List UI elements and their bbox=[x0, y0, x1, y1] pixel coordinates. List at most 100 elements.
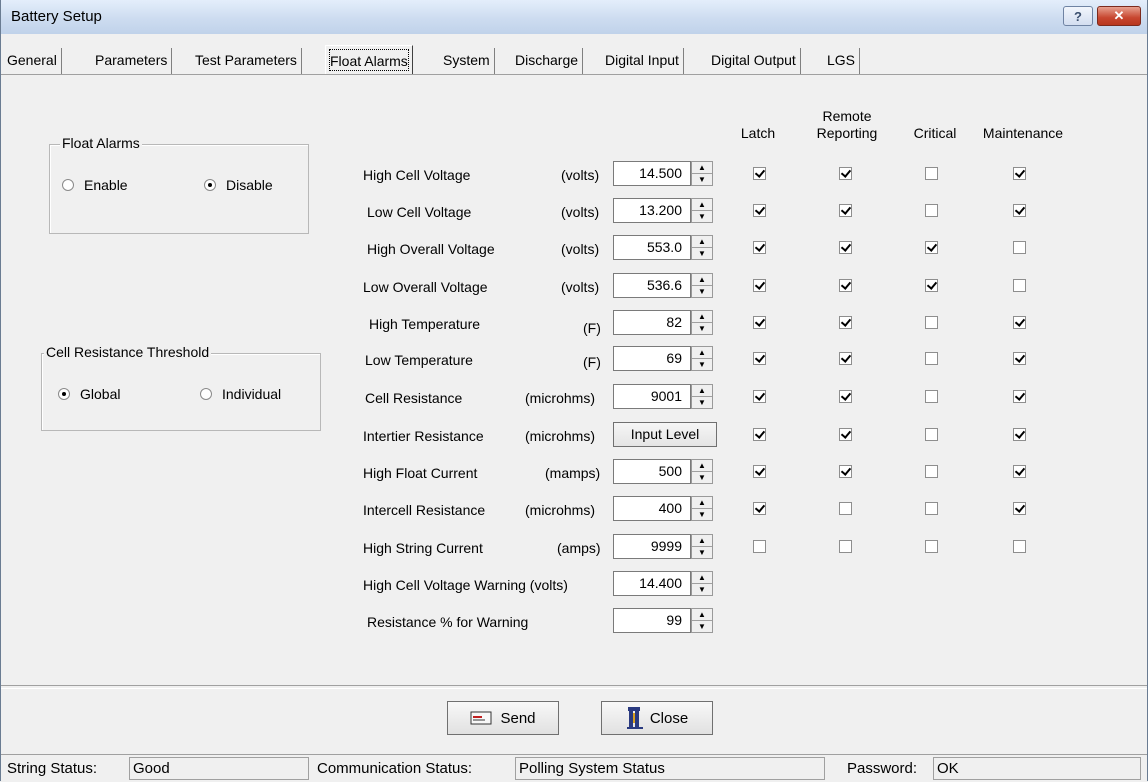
critical-checkbox[interactable] bbox=[925, 540, 938, 553]
latch-checkbox[interactable] bbox=[753, 316, 766, 329]
spin-down-icon[interactable]: ▼ bbox=[692, 397, 712, 408]
critical-checkbox[interactable] bbox=[925, 279, 938, 292]
individual-radio-circle[interactable] bbox=[200, 388, 212, 400]
help-button[interactable]: ? bbox=[1063, 6, 1093, 26]
remote-reporting-checkbox[interactable] bbox=[839, 279, 852, 292]
tab-float-alarms[interactable]: Float Alarms bbox=[325, 45, 413, 75]
latch-checkbox[interactable] bbox=[753, 279, 766, 292]
maintenance-checkbox[interactable] bbox=[1013, 390, 1026, 403]
input-level-button[interactable]: Input Level bbox=[613, 422, 717, 447]
close-window-button[interactable]: ✕ bbox=[1097, 6, 1141, 26]
high-temperature-spinner[interactable]: 82 ▲ ▼ bbox=[613, 310, 717, 335]
remote-reporting-checkbox[interactable] bbox=[839, 540, 852, 553]
resistance-warning-spinner[interactable]: 99 ▲ ▼ bbox=[613, 608, 717, 633]
spin-up-icon[interactable]: ▲ bbox=[692, 460, 712, 472]
high-overall-voltage-field[interactable]: 553.0 bbox=[613, 235, 691, 260]
high-temperature-field[interactable]: 82 bbox=[613, 310, 691, 335]
spin-up-icon[interactable]: ▲ bbox=[692, 274, 712, 286]
critical-checkbox[interactable] bbox=[925, 465, 938, 478]
high-float-current-spinner[interactable]: 500 ▲ ▼ bbox=[613, 459, 717, 484]
enable-radio-circle[interactable] bbox=[62, 179, 74, 191]
critical-checkbox[interactable] bbox=[925, 241, 938, 254]
spin-up-icon[interactable]: ▲ bbox=[692, 311, 712, 323]
remote-reporting-checkbox[interactable] bbox=[839, 316, 852, 329]
intercell-resistance-spinner[interactable]: 400 ▲ ▼ bbox=[613, 496, 717, 521]
maintenance-checkbox[interactable] bbox=[1013, 502, 1026, 515]
cell-resistance-field[interactable]: 9001 bbox=[613, 384, 691, 409]
tab-parameters[interactable]: Parameters bbox=[91, 48, 173, 74]
spin-down-icon[interactable]: ▼ bbox=[692, 248, 712, 259]
low-cell-voltage-spinner[interactable]: 13.200 ▲ ▼ bbox=[613, 198, 717, 223]
disable-radio-circle[interactable] bbox=[204, 179, 216, 191]
maintenance-checkbox[interactable] bbox=[1013, 167, 1026, 180]
high-overall-voltage-spinner[interactable]: 553.0 ▲ ▼ bbox=[613, 235, 717, 260]
spin-down-icon[interactable]: ▼ bbox=[692, 472, 712, 483]
low-cell-voltage-field[interactable]: 13.200 bbox=[613, 198, 691, 223]
critical-checkbox[interactable] bbox=[925, 316, 938, 329]
spin-down-icon[interactable]: ▼ bbox=[692, 584, 712, 595]
global-radio[interactable]: Global bbox=[58, 386, 120, 402]
tab-digital-input[interactable]: Digital Input bbox=[601, 48, 684, 74]
high-string-current-field[interactable]: 9999 bbox=[613, 534, 691, 559]
intercell-resistance-field[interactable]: 400 bbox=[613, 496, 691, 521]
tab-test-parameters[interactable]: Test Parameters bbox=[191, 48, 302, 74]
spin-up-icon[interactable]: ▲ bbox=[692, 535, 712, 547]
high-string-current-spinner[interactable]: 9999 ▲ ▼ bbox=[613, 534, 717, 559]
tab-discharge[interactable]: Discharge bbox=[511, 48, 584, 74]
latch-checkbox[interactable] bbox=[753, 204, 766, 217]
critical-checkbox[interactable] bbox=[925, 428, 938, 441]
latch-checkbox[interactable] bbox=[753, 167, 766, 180]
latch-checkbox[interactable] bbox=[753, 241, 766, 254]
critical-checkbox[interactable] bbox=[925, 204, 938, 217]
spin-down-icon[interactable]: ▼ bbox=[692, 621, 712, 632]
latch-checkbox[interactable] bbox=[753, 352, 766, 365]
maintenance-checkbox[interactable] bbox=[1013, 540, 1026, 553]
individual-radio[interactable]: Individual bbox=[200, 386, 281, 402]
disable-radio[interactable]: Disable bbox=[204, 177, 273, 193]
critical-checkbox[interactable] bbox=[925, 502, 938, 515]
spin-down-icon[interactable]: ▼ bbox=[692, 323, 712, 334]
latch-checkbox[interactable] bbox=[753, 390, 766, 403]
spin-down-icon[interactable]: ▼ bbox=[692, 509, 712, 520]
enable-radio[interactable]: Enable bbox=[62, 177, 128, 193]
critical-checkbox[interactable] bbox=[925, 352, 938, 365]
close-button[interactable]: Close bbox=[601, 701, 713, 735]
remote-reporting-checkbox[interactable] bbox=[839, 204, 852, 217]
maintenance-checkbox[interactable] bbox=[1013, 316, 1026, 329]
maintenance-checkbox[interactable] bbox=[1013, 204, 1026, 217]
latch-checkbox[interactable] bbox=[753, 428, 766, 441]
remote-reporting-checkbox[interactable] bbox=[839, 352, 852, 365]
remote-reporting-checkbox[interactable] bbox=[839, 390, 852, 403]
maintenance-checkbox[interactable] bbox=[1013, 428, 1026, 441]
maintenance-checkbox[interactable] bbox=[1013, 352, 1026, 365]
high-cell-voltage-warning-spinner[interactable]: 14.400 ▲ ▼ bbox=[613, 571, 717, 596]
maintenance-checkbox[interactable] bbox=[1013, 279, 1026, 292]
critical-checkbox[interactable] bbox=[925, 167, 938, 180]
resistance-warning-field[interactable]: 99 bbox=[613, 608, 691, 633]
remote-reporting-checkbox[interactable] bbox=[839, 167, 852, 180]
spin-up-icon[interactable]: ▲ bbox=[692, 199, 712, 211]
remote-reporting-checkbox[interactable] bbox=[839, 465, 852, 478]
spin-up-icon[interactable]: ▲ bbox=[692, 385, 712, 397]
high-cell-voltage-spinner[interactable]: 14.500 ▲ ▼ bbox=[613, 161, 717, 186]
spin-up-icon[interactable]: ▲ bbox=[692, 609, 712, 621]
global-radio-circle[interactable] bbox=[58, 388, 70, 400]
spin-down-icon[interactable]: ▼ bbox=[692, 286, 712, 297]
spin-up-icon[interactable]: ▲ bbox=[692, 572, 712, 584]
spin-down-icon[interactable]: ▼ bbox=[692, 211, 712, 222]
latch-checkbox[interactable] bbox=[753, 465, 766, 478]
tab-system[interactable]: System bbox=[439, 48, 495, 74]
low-temperature-spinner[interactable]: 69 ▲ ▼ bbox=[613, 346, 717, 371]
remote-reporting-checkbox[interactable] bbox=[839, 241, 852, 254]
send-button[interactable]: Send bbox=[447, 701, 559, 735]
low-temperature-field[interactable]: 69 bbox=[613, 346, 691, 371]
spin-down-icon[interactable]: ▼ bbox=[692, 547, 712, 558]
high-cell-voltage-warning-field[interactable]: 14.400 bbox=[613, 571, 691, 596]
spin-up-icon[interactable]: ▲ bbox=[692, 347, 712, 359]
remote-reporting-checkbox[interactable] bbox=[839, 502, 852, 515]
cell-resistance-spinner[interactable]: 9001 ▲ ▼ bbox=[613, 384, 717, 409]
tab-lgs[interactable]: LGS bbox=[823, 48, 861, 74]
spin-down-icon[interactable]: ▼ bbox=[692, 174, 712, 185]
low-overall-voltage-spinner[interactable]: 536.6 ▲ ▼ bbox=[613, 273, 717, 298]
high-cell-voltage-field[interactable]: 14.500 bbox=[613, 161, 691, 186]
